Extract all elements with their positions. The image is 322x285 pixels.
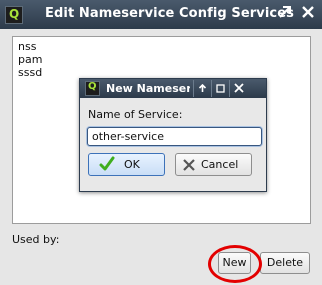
new-service-dialog: Q New Nameservice Name of Service: other… — [79, 78, 267, 192]
ok-label: OK — [124, 158, 140, 171]
annotation-circle — [208, 245, 262, 283]
dialog-shade-icon[interactable] — [193, 80, 211, 97]
list-item[interactable]: pam — [18, 53, 42, 66]
minimize-icon[interactable] — [276, 5, 294, 23]
window-titlebar: Q Edit Nameservice Config Services — [0, 0, 322, 29]
dialog-app-icon-letter: Q — [88, 81, 97, 92]
dialog-titlebar: Q New Nameservice — [80, 79, 266, 98]
checkmark-icon — [99, 156, 115, 179]
service-name-label: Name of Service: — [88, 108, 183, 121]
ok-button[interactable]: OK — [88, 153, 165, 176]
cancel-label: Cancel — [201, 158, 239, 171]
dialog-title: New Nameservice — [106, 82, 190, 95]
delete-button[interactable]: Delete — [260, 252, 310, 274]
dialog-maximize-icon[interactable] — [211, 80, 229, 97]
app-icon: Q — [5, 6, 23, 24]
dialog-close-icon[interactable] — [229, 80, 247, 97]
window-title: Edit Nameservice Config Services — [45, 6, 294, 21]
list-item[interactable]: nss — [18, 40, 36, 53]
close-icon[interactable] — [299, 5, 317, 23]
cancel-button[interactable]: Cancel — [175, 153, 252, 176]
app-icon-letter: Q — [9, 7, 20, 21]
service-name-input[interactable]: other-service — [87, 127, 262, 146]
used-by-label: Used by: — [12, 233, 60, 246]
list-item[interactable]: sssd — [18, 66, 42, 79]
cancel-icon — [182, 156, 196, 179]
dialog-app-icon: Q — [85, 81, 100, 96]
